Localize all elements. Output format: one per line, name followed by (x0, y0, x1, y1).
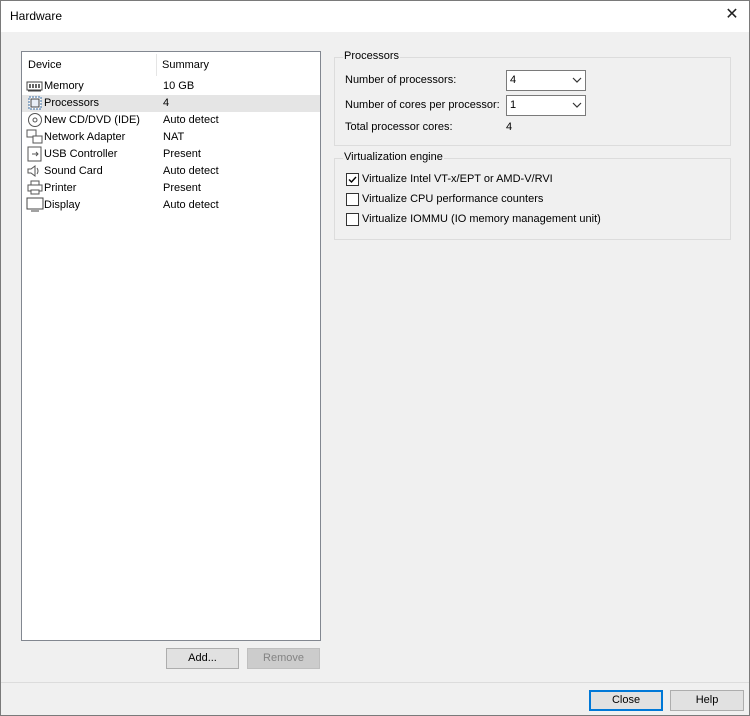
printer-icon (26, 180, 44, 196)
total-cores-value: 4 (506, 121, 513, 133)
cores-per-processor-select[interactable]: 1 (506, 95, 586, 116)
device-name: Network Adapter (44, 131, 126, 143)
device-list-header: Device Summary (22, 52, 320, 76)
vtx-checkbox-label[interactable]: Virtualize Intel VT-x/EPT or AMD-V/RVI (362, 173, 553, 185)
device-summary: Auto detect (163, 114, 219, 126)
help-button[interactable]: Help (670, 690, 744, 711)
device-summary: Present (163, 182, 201, 194)
device-summary: Present (163, 148, 201, 160)
chevron-down-icon (571, 74, 583, 86)
cd-dvd-icon (26, 112, 44, 128)
network-adapter-icon (26, 129, 44, 145)
cpu-perf-counters-checkbox[interactable] (346, 193, 359, 206)
device-name: New CD/DVD (IDE) (44, 114, 140, 126)
virtualization-group-title: Virtualization engine (343, 151, 444, 163)
column-divider[interactable] (156, 54, 157, 76)
cores-per-processor-value: 1 (510, 99, 517, 111)
device-row-memory[interactable]: Memory 10 GB (22, 78, 320, 95)
speaker-icon (26, 163, 44, 179)
device-row-cd-dvd[interactable]: New CD/DVD (IDE) Auto detect (22, 112, 320, 129)
cores-per-processor-label: Number of cores per processor: (345, 99, 500, 111)
memory-icon (26, 78, 44, 94)
device-row-display[interactable]: Display Auto detect (22, 197, 320, 214)
device-row-printer[interactable]: Printer Present (22, 180, 320, 197)
close-button[interactable]: Close (589, 690, 663, 711)
num-processors-select[interactable]: 4 (506, 70, 586, 91)
iommu-checkbox[interactable] (346, 213, 359, 226)
device-row-processors[interactable]: Processors 4 (22, 95, 320, 112)
close-icon[interactable]: ✕ (721, 4, 743, 26)
num-processors-value: 4 (510, 74, 517, 86)
device-summary: Auto detect (163, 199, 219, 211)
hardware-dialog: Hardware ✕ Device Summary Memory 10 GB P… (0, 0, 750, 716)
title-bar: Hardware ✕ (1, 1, 749, 32)
usb-icon (26, 146, 44, 162)
device-name: Memory (44, 80, 84, 92)
device-name: Sound Card (44, 165, 103, 177)
cpu-perf-counters-label[interactable]: Virtualize CPU performance counters (362, 193, 543, 205)
processors-group-title: Processors (343, 50, 401, 62)
device-list-body: Memory 10 GB Processors 4 New CD/DVD (ID… (22, 78, 320, 214)
device-summary: Auto detect (163, 165, 219, 177)
device-name: USB Controller (44, 148, 118, 160)
device-list[interactable]: Device Summary Memory 10 GB Processors 4 (21, 51, 321, 641)
column-header-device[interactable]: Device (28, 59, 62, 71)
device-name: Processors (44, 97, 100, 109)
virtualization-group: Virtualization engine Virtualize Intel V… (334, 151, 731, 240)
total-cores-label: Total processor cores: (345, 121, 453, 133)
device-row-network-adapter[interactable]: Network Adapter NAT (22, 129, 320, 146)
footer-divider (1, 682, 749, 683)
vtx-checkbox[interactable] (346, 173, 359, 186)
device-summary: 10 GB (163, 80, 195, 92)
column-header-summary[interactable]: Summary (162, 59, 209, 71)
num-processors-label: Number of processors: (345, 74, 457, 86)
device-name: Printer (44, 182, 77, 194)
device-summary: 4 (163, 97, 170, 109)
chevron-down-icon (571, 99, 583, 111)
processors-group: Processors Number of processors: 4 Numbe… (334, 50, 731, 146)
checkmark-icon (348, 176, 357, 184)
device-summary: NAT (163, 131, 185, 143)
add-button[interactable]: Add... (166, 648, 239, 669)
device-name: Display (44, 199, 81, 211)
monitor-icon (26, 197, 44, 213)
iommu-label[interactable]: Virtualize IOMMU (IO memory management u… (362, 213, 601, 225)
device-row-usb-controller[interactable]: USB Controller Present (22, 146, 320, 163)
window-title: Hardware (10, 9, 63, 23)
processor-icon (26, 95, 44, 111)
remove-button[interactable]: Remove (247, 648, 320, 669)
device-row-sound-card[interactable]: Sound Card Auto detect (22, 163, 320, 180)
